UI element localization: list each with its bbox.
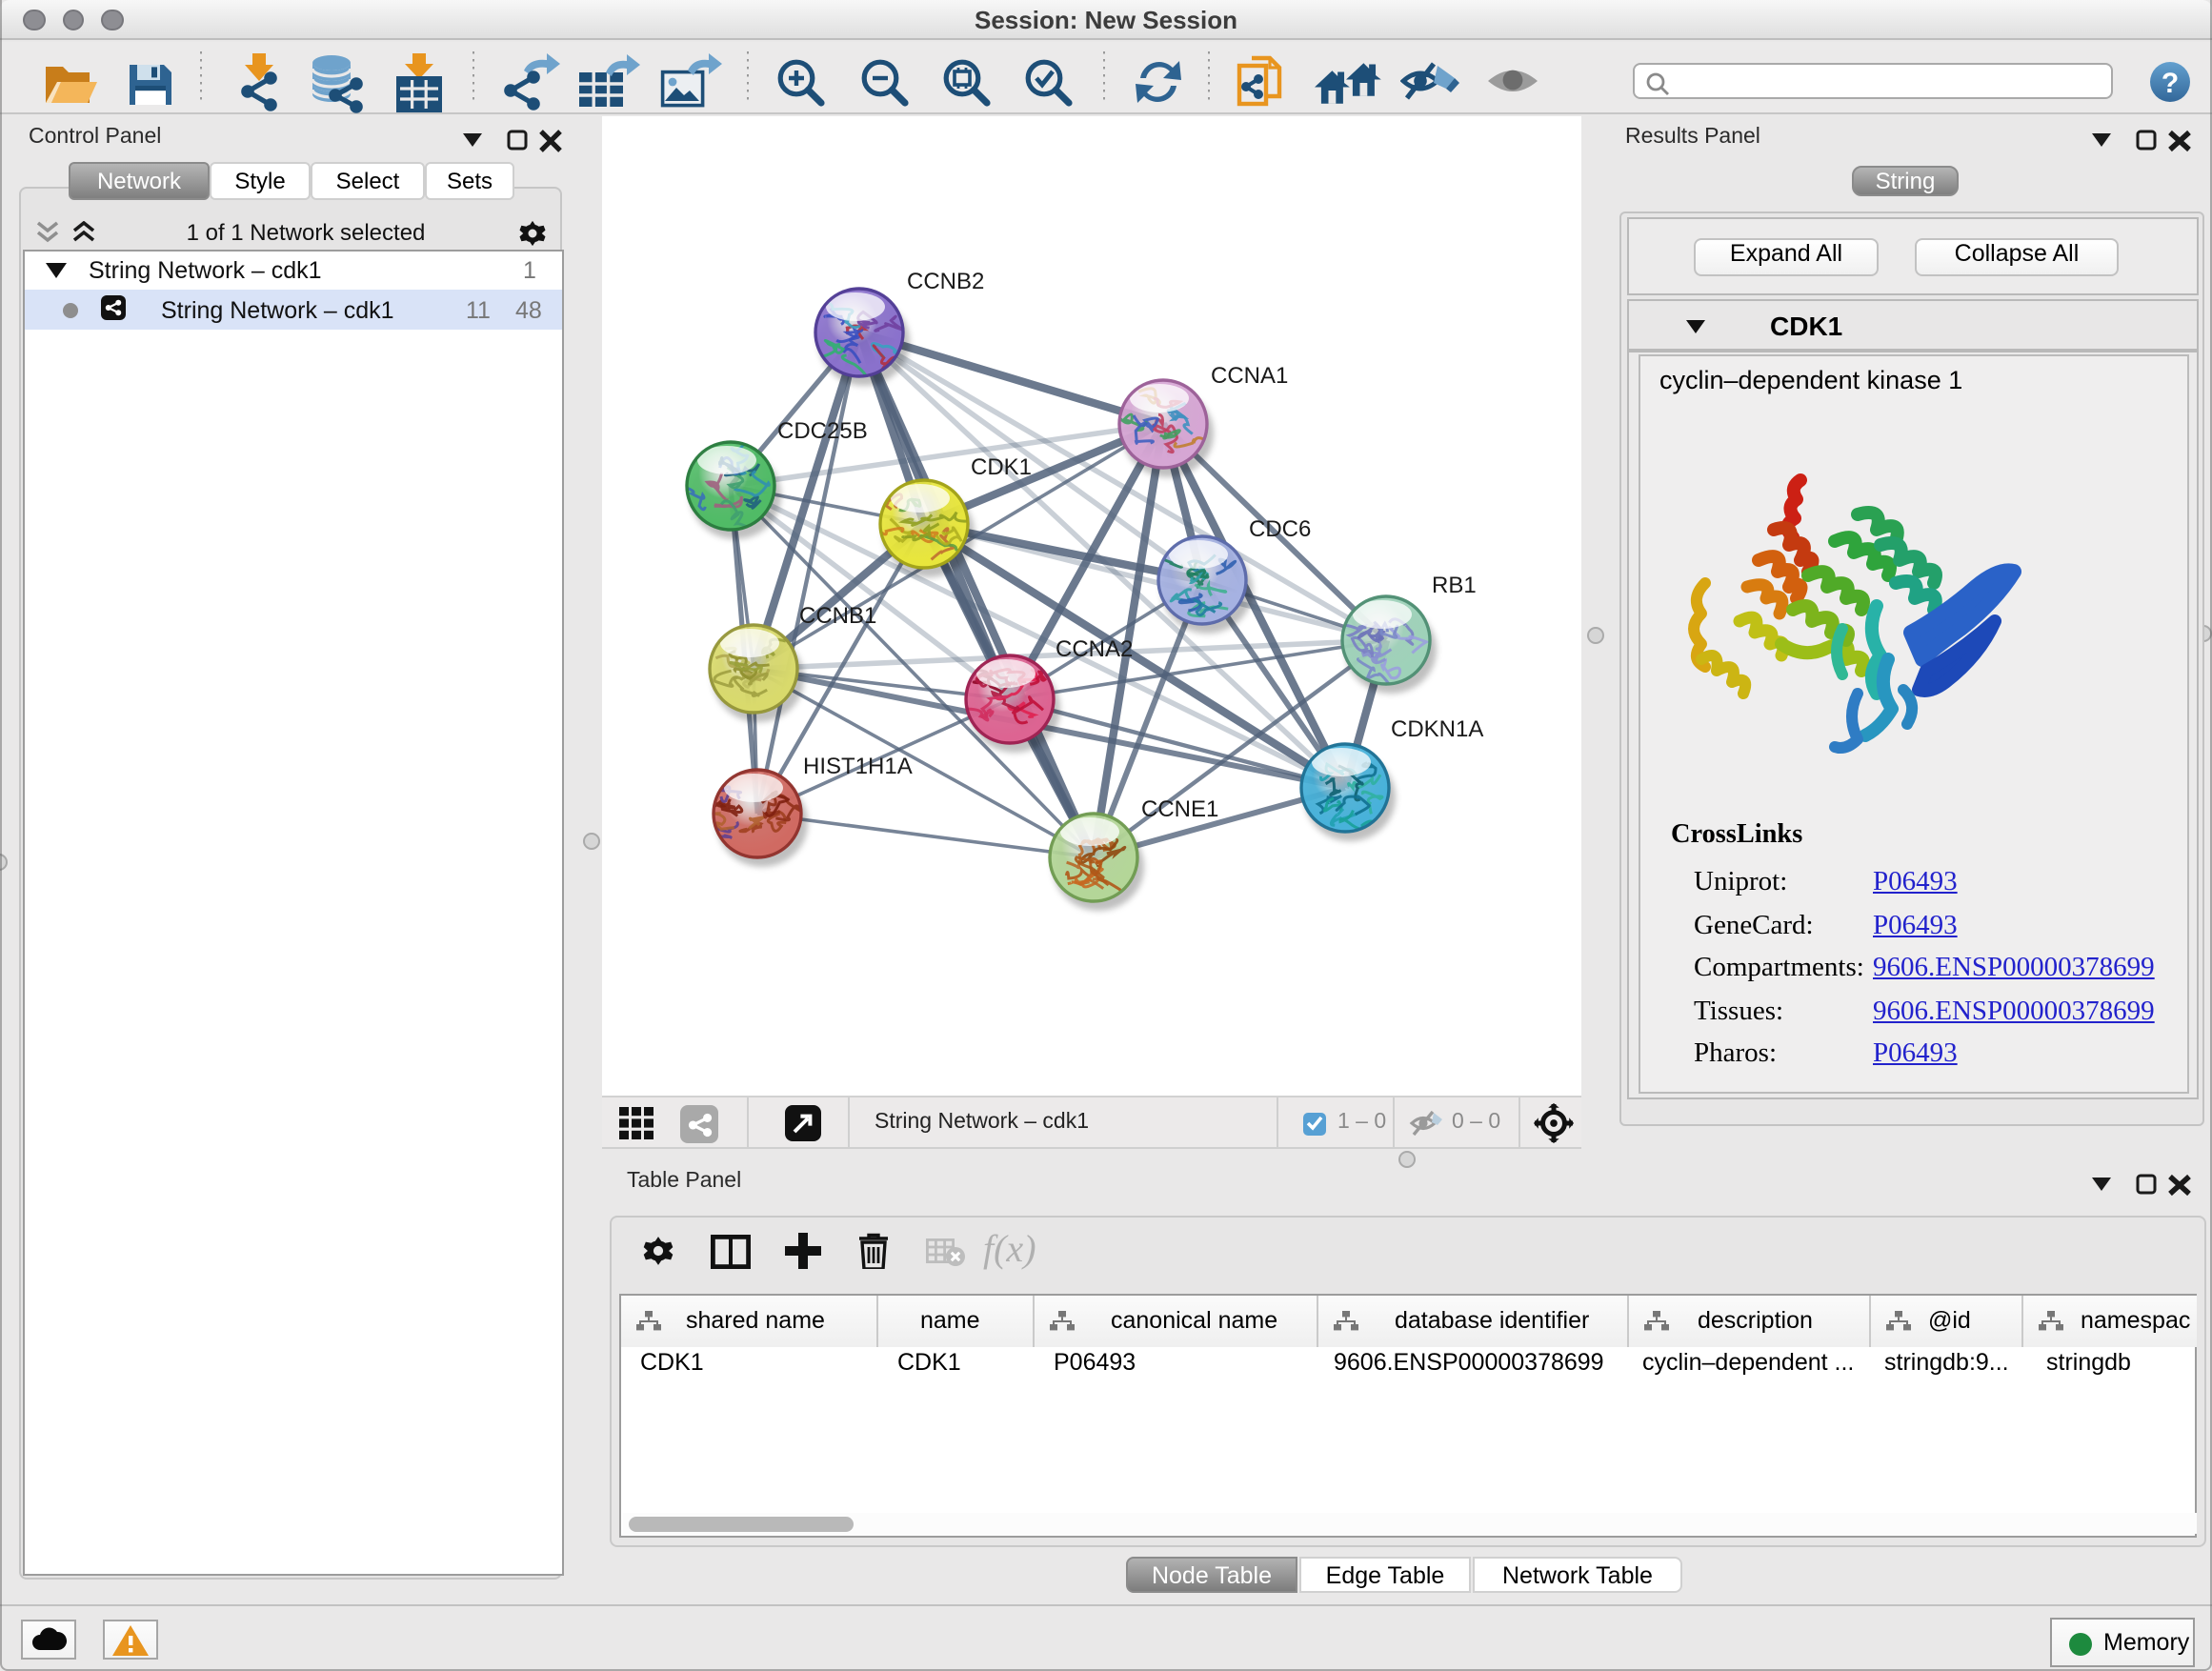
svg-text:CCNE1: CCNE1 (1141, 796, 1218, 822)
svg-text:CDC6: CDC6 (1249, 516, 1311, 542)
svg-text:CCNA1: CCNA1 (1211, 363, 1288, 389)
svg-text:RB1: RB1 (1432, 573, 1477, 598)
svg-text:CCNB2: CCNB2 (907, 269, 984, 294)
svg-text:CCNA2: CCNA2 (1056, 636, 1133, 662)
svg-text:CDKN1A: CDKN1A (1391, 716, 1483, 742)
svg-text:CCNB1: CCNB1 (799, 603, 876, 629)
svg-text:CDK1: CDK1 (971, 454, 1032, 480)
svg-text:HIST1H1A: HIST1H1A (803, 754, 913, 779)
svg-text:?: ? (2162, 67, 2179, 98)
svg-text:CDC25B: CDC25B (777, 418, 868, 444)
